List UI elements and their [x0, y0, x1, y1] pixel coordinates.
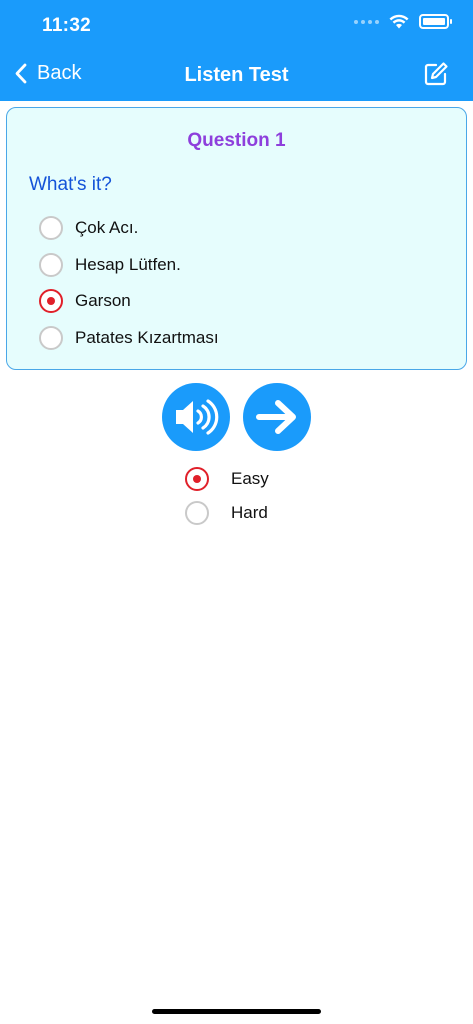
signal-icon	[354, 19, 379, 24]
question-prompt: What's it?	[29, 174, 112, 195]
radio-unselected-icon[interactable]	[185, 501, 209, 525]
status-time: 11:32	[42, 15, 92, 36]
home-indicator	[152, 1009, 321, 1014]
app-header: 11:32 Back Listen Test	[0, 0, 473, 101]
play-audio-button[interactable]	[162, 383, 230, 451]
radio-unselected-icon[interactable]	[39, 326, 63, 350]
battery-icon	[419, 14, 452, 29]
wifi-icon	[389, 14, 409, 29]
radio-selected-icon[interactable]	[39, 289, 63, 313]
level-label: Easy	[231, 469, 269, 488]
page-title: Listen Test	[184, 64, 289, 86]
answer-option-label: Hesap Lütfen.	[75, 255, 181, 274]
answer-option-1[interactable]: Çok Acı.	[39, 216, 138, 240]
level-option-hard[interactable]: Hard	[185, 501, 268, 525]
answer-option-label: Garson	[75, 291, 131, 310]
answer-option-4[interactable]: Patates Kızartması	[39, 326, 219, 350]
radio-unselected-icon[interactable]	[39, 253, 63, 277]
question-card: Question 1 What's it? Çok Acı. Hesap Lüt…	[6, 107, 467, 370]
edit-button[interactable]	[423, 61, 449, 92]
radio-selected-icon[interactable]	[185, 467, 209, 491]
status-icons	[354, 14, 452, 29]
answer-option-3[interactable]: Garson	[39, 289, 131, 313]
level-option-easy[interactable]: Easy	[185, 467, 269, 491]
radio-unselected-icon[interactable]	[39, 216, 63, 240]
arrow-right-icon	[256, 400, 296, 434]
answer-option-2[interactable]: Hesap Lütfen.	[39, 253, 181, 277]
edit-icon	[424, 62, 448, 86]
question-title: Question 1	[187, 130, 286, 151]
answer-option-label: Patates Kızartması	[75, 328, 219, 347]
answer-option-label: Çok Acı.	[75, 218, 139, 237]
speaker-icon	[176, 399, 219, 435]
next-button[interactable]	[243, 383, 311, 451]
level-label: Hard	[231, 503, 268, 522]
